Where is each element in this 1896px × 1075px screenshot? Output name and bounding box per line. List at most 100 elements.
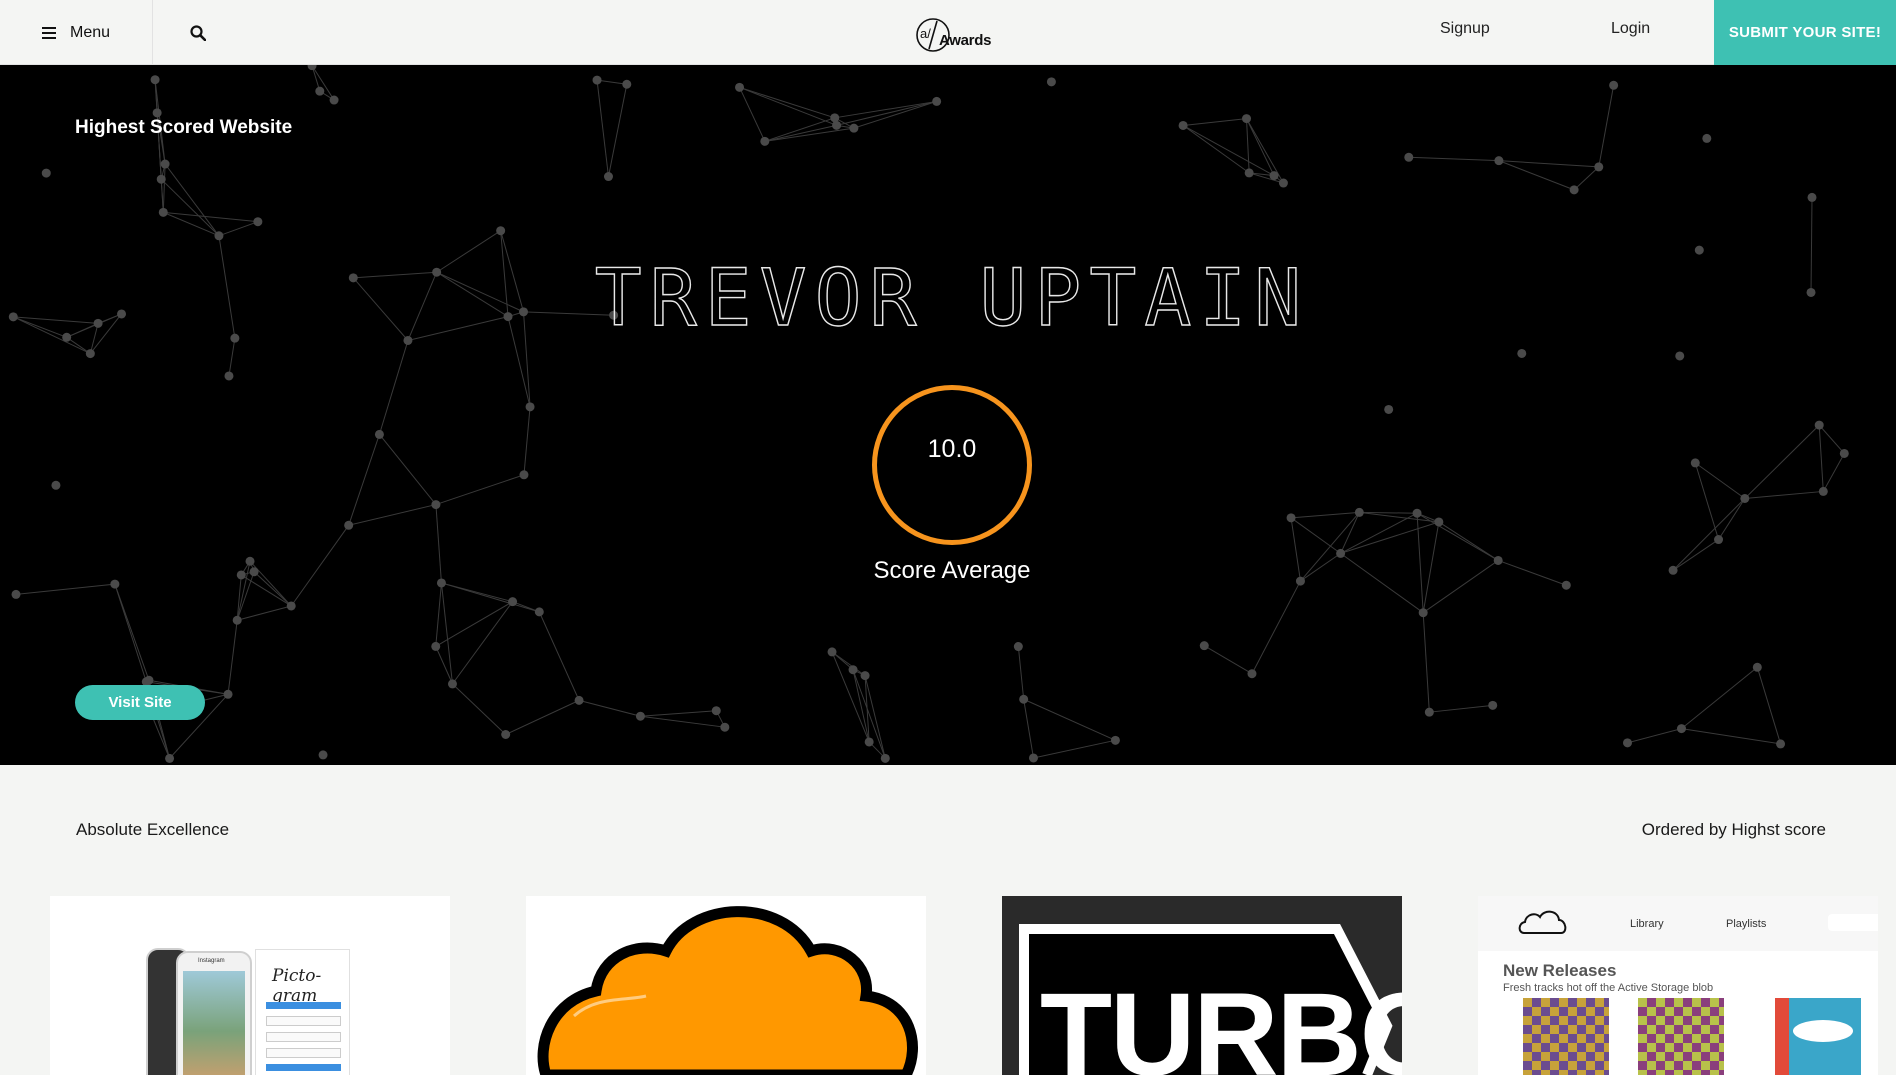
network-node	[1676, 724, 1686, 734]
password-field	[266, 1048, 341, 1058]
site-title-text: TREVOR UPTAIN	[595, 260, 1309, 344]
network-line	[227, 620, 238, 695]
logo-mark-text: a/	[920, 26, 931, 41]
site-card-cloud[interactable]	[526, 896, 926, 1075]
email-field	[266, 1032, 341, 1042]
network-line	[379, 434, 437, 505]
visit-site-button[interactable]: Visit Site	[75, 685, 205, 720]
network-line	[596, 80, 609, 177]
network-node	[720, 722, 730, 732]
network-line	[1627, 728, 1682, 744]
network-node	[1714, 535, 1724, 545]
site-title-logo: TREVOR UPTAIN	[594, 260, 1309, 345]
network-line	[836, 100, 937, 126]
network-line	[311, 65, 335, 101]
pictogram-logo: Picto-gram	[272, 966, 322, 1006]
section-title: Absolute Excellence	[76, 820, 230, 839]
network-line	[1023, 698, 1116, 741]
signup-bar	[266, 1064, 341, 1071]
cloud-icon	[537, 906, 918, 1075]
network-node	[1434, 517, 1444, 527]
network-node	[880, 753, 890, 763]
network-line	[1246, 118, 1275, 176]
network-node	[1269, 171, 1279, 181]
album-art-shape	[1775, 998, 1789, 1075]
network-node	[1807, 192, 1817, 202]
network-node	[232, 615, 242, 625]
hero-banner: Highest Scored Website TREVOR UPTAIN 10.…	[0, 65, 1896, 765]
network-line	[163, 211, 258, 223]
network-line	[607, 84, 628, 177]
network-node	[51, 480, 61, 490]
submit-site-button[interactable]: SUBMIT YOUR SITE!	[1714, 0, 1896, 65]
network-node	[827, 647, 837, 657]
network-node	[1247, 669, 1257, 679]
network-node	[1740, 493, 1750, 503]
network-node	[158, 207, 168, 217]
album-cover	[1638, 998, 1724, 1075]
network-line	[164, 163, 220, 237]
network-line	[1438, 521, 1499, 561]
network-node	[344, 520, 354, 530]
network-node	[318, 750, 328, 760]
network-node	[447, 679, 457, 689]
network-node	[253, 217, 263, 227]
network-node	[165, 753, 175, 763]
network-line	[440, 582, 453, 684]
network-line	[348, 434, 380, 526]
network-node	[603, 172, 613, 182]
network-line	[523, 406, 531, 475]
network-line	[435, 601, 513, 647]
network-node	[307, 65, 317, 71]
network-line	[1291, 511, 1360, 519]
login-link[interactable]: Login	[1611, 20, 1650, 38]
network-node	[1286, 513, 1296, 523]
network-line	[764, 127, 854, 142]
network-line	[1340, 521, 1440, 554]
network-node	[1110, 735, 1120, 745]
site-card-turbo[interactable]: TURBO	[1002, 896, 1402, 1075]
music-search-pill	[1828, 914, 1878, 931]
network-line	[1681, 666, 1758, 729]
network-line	[538, 611, 580, 701]
network-line	[834, 100, 937, 119]
network-node	[1494, 156, 1504, 166]
network-line	[441, 582, 513, 603]
site-card-music[interactable]: Library Playlists New Releases Fresh tra…	[1478, 896, 1878, 1075]
network-line	[640, 715, 725, 728]
network-node	[860, 671, 870, 681]
network-line	[640, 710, 717, 717]
network-line	[1744, 424, 1820, 499]
menu-label: Menu	[70, 23, 111, 41]
network-node	[315, 86, 325, 96]
network-line	[764, 117, 835, 142]
network-node	[431, 500, 441, 510]
network-line	[1182, 125, 1275, 177]
network-node	[519, 470, 529, 480]
network-node	[1752, 662, 1762, 672]
network-node	[848, 665, 858, 675]
network-node	[864, 737, 874, 747]
network-node	[1019, 694, 1029, 704]
network-line	[1718, 498, 1746, 540]
cloud-logo-icon	[1518, 910, 1567, 934]
network-line	[505, 699, 580, 735]
site-card-pictogram[interactable]: Instagram Picto-gram	[50, 896, 450, 1075]
network-node	[1028, 753, 1038, 763]
network-line	[1429, 704, 1493, 713]
network-node	[214, 231, 224, 241]
menu-button[interactable]: Menu	[0, 0, 153, 65]
network-line	[1182, 125, 1250, 174]
order-by-label[interactable]: Ordered by Highst score	[1642, 820, 1826, 840]
network-line	[1422, 612, 1430, 713]
network-node	[635, 711, 645, 721]
awwwards-logo[interactable]: a/ Awards	[915, 14, 991, 54]
network-line	[218, 221, 259, 237]
search-button[interactable]	[183, 18, 213, 48]
network-node	[431, 641, 441, 651]
network-node	[1702, 133, 1712, 143]
network-node	[1569, 185, 1579, 195]
pictogram-form: Picto-gram	[255, 949, 350, 1075]
signup-link[interactable]: Signup	[1440, 20, 1490, 38]
score-caption: Score Average	[873, 557, 1031, 584]
